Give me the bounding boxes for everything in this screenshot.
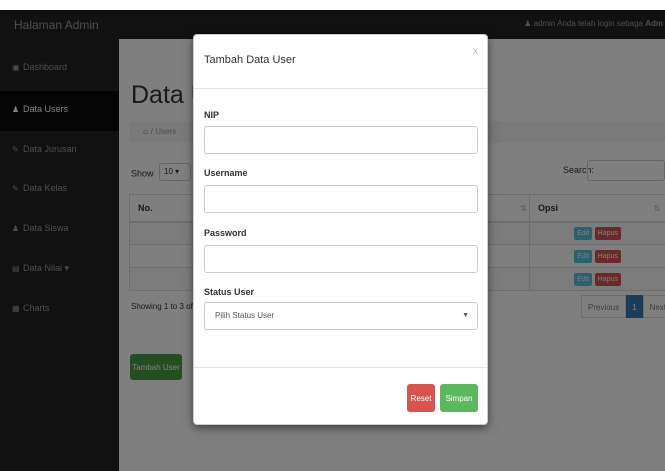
close-icon[interactable]: x	[473, 46, 478, 57]
save-button[interactable]: Simpan	[440, 384, 478, 412]
chevron-down-icon: ▼	[462, 312, 469, 319]
reset-button[interactable]: Reset	[407, 384, 435, 412]
modal-title: Tambah Data User	[204, 54, 296, 66]
nip-field[interactable]	[204, 126, 478, 154]
app: Halaman Admin ♟ admin Anda telah login s…	[0, 0, 665, 471]
password-label: Password	[204, 228, 247, 238]
modal-footer-divider	[194, 367, 487, 368]
status-user-select[interactable]: Pilih Status User ▼	[204, 302, 478, 330]
username-field[interactable]	[204, 185, 478, 213]
password-field[interactable]	[204, 245, 478, 273]
modal-header: Tambah Data User x	[194, 35, 487, 89]
status-user-value: Pilih Status User	[215, 311, 275, 320]
username-label: Username	[204, 168, 248, 178]
status-user-label: Status User	[204, 287, 255, 297]
add-user-modal: Tambah Data User x NIP Username Password…	[193, 34, 488, 425]
nip-label: NIP	[204, 110, 220, 120]
